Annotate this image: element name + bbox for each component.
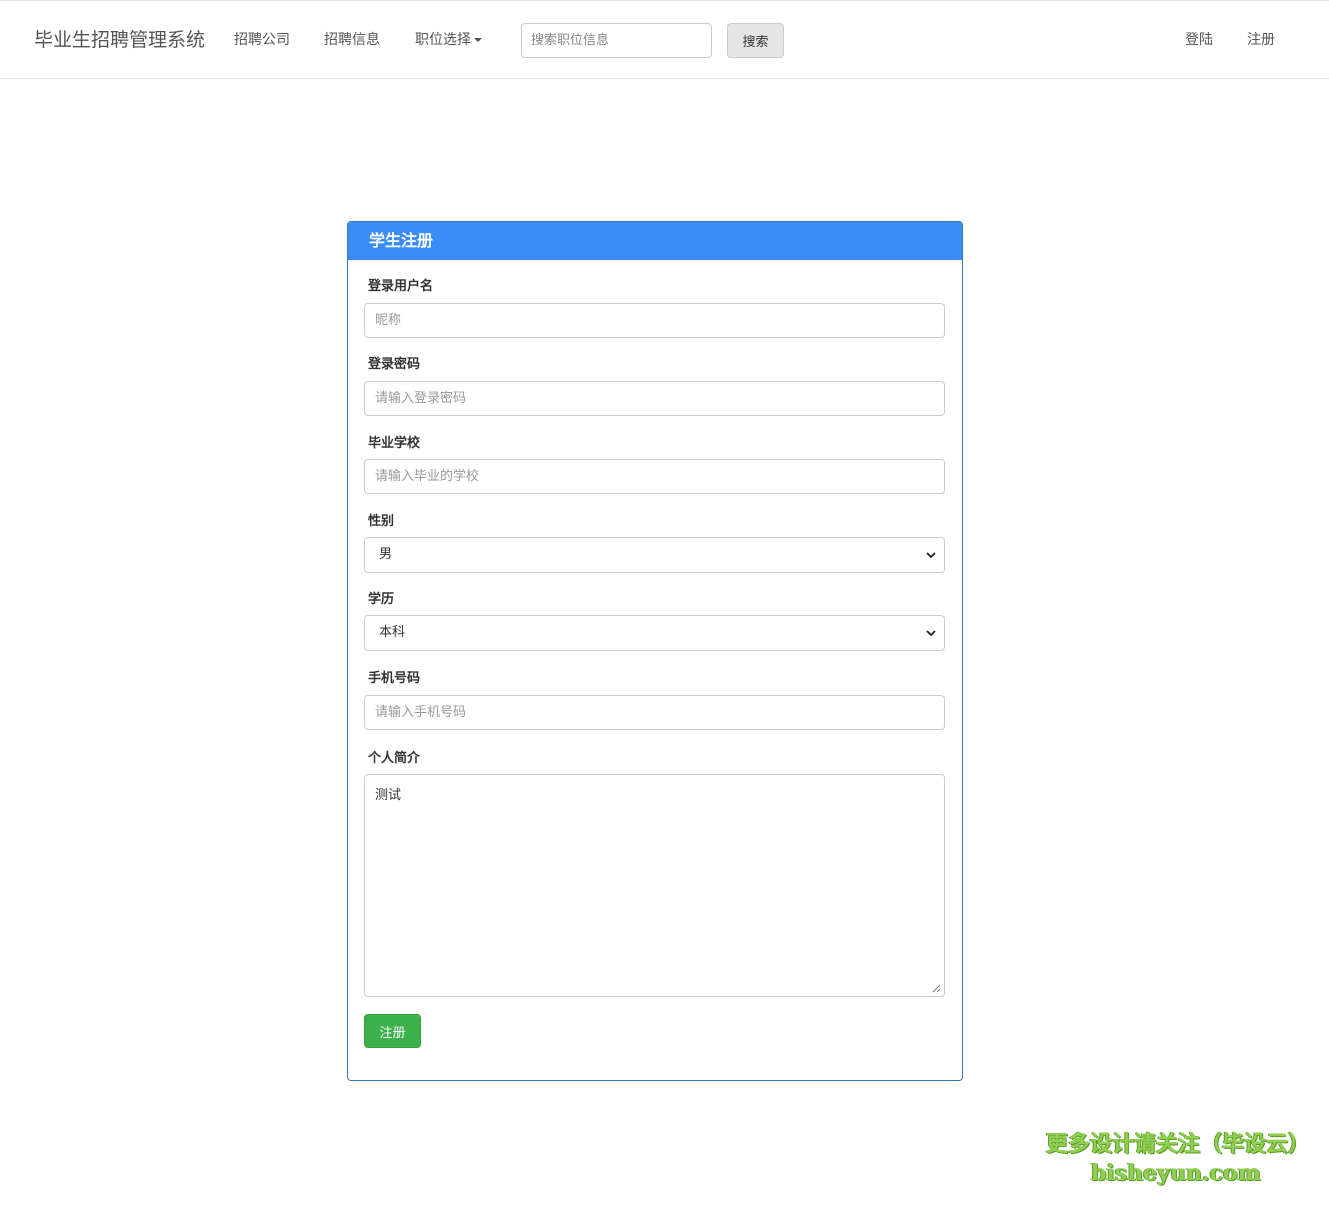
username-label: 登录用户名 — [368, 279, 434, 294]
bio-label: 个人简介 — [368, 751, 421, 766]
education-label: 学历 — [368, 592, 395, 607]
education-select[interactable]: 本科 — [364, 615, 945, 651]
nav-dropdown-job-select[interactable]: 职位选择 — [415, 31, 482, 49]
nav-link-register[interactable]: 注册 — [1247, 31, 1275, 49]
phone-field[interactable] — [364, 695, 945, 730]
password-field[interactable] — [364, 381, 945, 416]
password-label: 登录密码 — [368, 357, 421, 372]
chevron-down-icon — [926, 552, 936, 559]
nav-link-companies[interactable]: 招聘公司 — [234, 31, 290, 49]
education-selected-value: 本科 — [379, 625, 406, 640]
bio-textarea[interactable]: 测试 — [364, 774, 945, 997]
watermark-line-2: bisheyun.com — [1091, 1160, 1261, 1186]
gender-selected-value: 男 — [379, 547, 393, 562]
watermark-line-1: 更多设计请关注（毕设云） — [1046, 1132, 1311, 1157]
brand-title[interactable]: 毕业生招聘管理系统 — [34, 27, 205, 53]
watermark: 更多设计请关注（毕设云） bisheyun.com — [1046, 1130, 1311, 1186]
bio-text: 测试 — [375, 788, 402, 803]
panel-title: 学生注册 — [348, 222, 962, 260]
register-panel: 学生注册 登录用户名 登录密码 毕业学校 性别 男 学历 本科 手机号码 个人简… — [347, 221, 963, 1081]
caret-down-icon — [474, 38, 482, 42]
school-label: 毕业学校 — [368, 436, 421, 451]
nav-link-job-info[interactable]: 招聘信息 — [324, 31, 380, 49]
top-navbar: 毕业生招聘管理系统 招聘公司 招聘信息 职位选择 搜索 登陆 注册 — [0, 0, 1329, 79]
gender-select[interactable]: 男 — [364, 537, 945, 573]
nav-dropdown-label: 职位选择 — [415, 32, 471, 48]
phone-label: 手机号码 — [368, 671, 421, 686]
register-submit-button[interactable]: 注册 — [364, 1014, 421, 1048]
school-field[interactable] — [364, 459, 945, 494]
gender-label: 性别 — [368, 514, 395, 529]
username-field[interactable] — [364, 303, 945, 338]
nav-link-login[interactable]: 登陆 — [1185, 31, 1213, 49]
resize-grip-icon[interactable] — [932, 984, 941, 993]
search-button[interactable]: 搜索 — [727, 23, 784, 58]
search-input[interactable] — [521, 23, 712, 58]
chevron-down-icon — [926, 630, 936, 637]
